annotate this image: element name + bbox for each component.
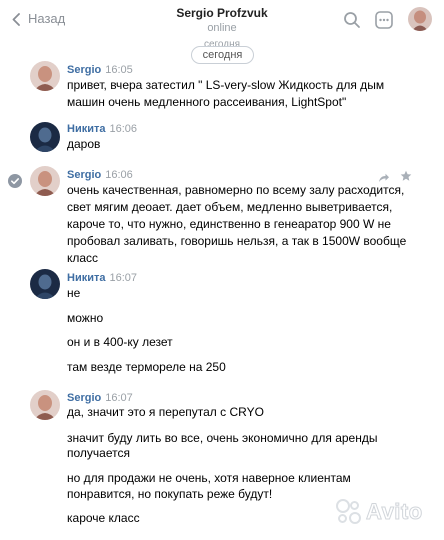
search-button[interactable]: [343, 11, 361, 34]
message-author[interactable]: Sergio: [67, 169, 101, 181]
message-time: 16:06: [109, 123, 138, 135]
message-author[interactable]: Sergio: [67, 392, 101, 404]
avatar[interactable]: [30, 269, 60, 299]
chat-header: Назад Sergio Profzvuk online: [0, 0, 444, 40]
message-text: он и в 400-ку лезет: [67, 335, 173, 349]
message-text: можно: [67, 311, 104, 325]
message-author[interactable]: Никита: [67, 272, 105, 284]
avito-logo-icon: [336, 499, 362, 525]
avatar[interactable]: [30, 61, 60, 91]
message-text: машин очень медленного рассеивания, Ligh…: [67, 95, 347, 109]
avatar[interactable]: [30, 122, 60, 152]
message-text: даров: [67, 137, 101, 151]
avito-wordmark: Avito: [366, 499, 423, 525]
message-text: значит буду лить во все, очень экономичн…: [67, 431, 378, 445]
message-time: 16:07: [109, 272, 138, 284]
message-text: класс: [67, 251, 99, 265]
message-text: очень качественная, равномерно по всему …: [67, 183, 405, 197]
message-text: привет, вчера затестил " LS-very-slow Жи…: [67, 78, 385, 92]
message-time: 16:07: [105, 392, 133, 404]
header-avatar[interactable]: [408, 7, 432, 31]
message-text: свет мягим деоает. дает объем, медленно …: [67, 200, 393, 214]
message-text: понравится, но покупать реже будут!: [67, 487, 273, 501]
date-separator: сегодня: [191, 46, 254, 64]
message-text: получается: [67, 446, 130, 460]
message-text: кароче класс: [67, 511, 140, 525]
message-text: пробовал заливать, говоришь нельзя, а та…: [67, 234, 407, 248]
message-text: но для продажи не очень, хотя наверное к…: [67, 471, 351, 485]
avatar[interactable]: [30, 166, 60, 196]
message-text: кароче то, что нужно, единственно в гене…: [67, 217, 391, 231]
more-icon: [375, 11, 393, 29]
search-icon: [344, 12, 360, 28]
share-arrow-icon[interactable]: [378, 170, 390, 188]
message-time: 16:05: [105, 64, 133, 76]
message-text: там везде термореле на 250: [67, 360, 226, 374]
check-circle-icon[interactable]: [8, 174, 22, 188]
message-author[interactable]: Никита: [67, 123, 105, 135]
message-text: да, значит это я перепутал с CRYO: [67, 405, 264, 419]
message-author[interactable]: Sergio: [67, 64, 101, 76]
avito-watermark: Avito: [336, 499, 423, 525]
more-button[interactable]: [375, 11, 393, 34]
avatar[interactable]: [30, 390, 60, 420]
message-time: 16:06: [105, 169, 133, 181]
message-text: не: [67, 286, 81, 300]
star-icon[interactable]: [400, 169, 412, 187]
